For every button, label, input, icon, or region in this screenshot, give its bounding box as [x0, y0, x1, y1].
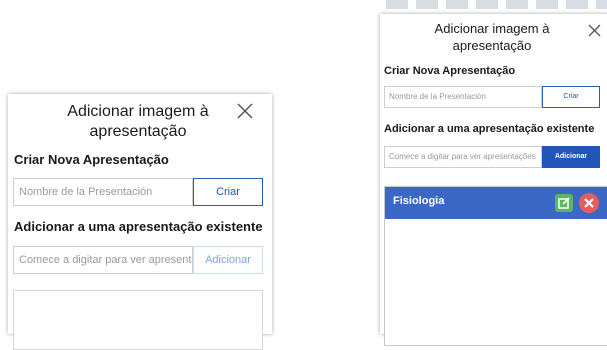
- presentation-search-input[interactable]: Comece a digitar para ver apresentações: [384, 146, 542, 168]
- dialog-title: Adicionar imagem à apresentação: [38, 102, 238, 142]
- edit-icon[interactable]: [555, 194, 573, 212]
- background-strip: [386, 0, 607, 9]
- dialog-title-line1: Adicionar imagem à: [67, 103, 209, 120]
- close-icon[interactable]: [588, 24, 601, 37]
- add-existing-label: Adicionar a uma apresentação existente: [14, 219, 263, 234]
- add-to-presentation-dialog-right: Adicionar imagem à apresentação Criar No…: [380, 14, 607, 346]
- add-to-presentation-dialog-left: Adicionar imagem à apresentação Criar No…: [8, 94, 272, 350]
- create-button[interactable]: Criar: [193, 178, 263, 206]
- create-presentation-label: Criar Nova Apresentação: [14, 152, 169, 167]
- list-item[interactable]: Fisiologia: [385, 187, 607, 219]
- dialog-title-line2: apresentação: [89, 123, 187, 140]
- dialog-title-line2: apresentação: [452, 38, 532, 53]
- presentation-name-input[interactable]: Nombre de la Presentación: [13, 178, 193, 206]
- delete-icon[interactable]: [579, 193, 599, 213]
- create-presentation-label: Criar Nova Apresentação: [384, 65, 516, 77]
- create-button[interactable]: Criar: [542, 86, 600, 108]
- close-icon[interactable]: [236, 102, 254, 120]
- presentation-list: Fisiologia: [384, 186, 607, 346]
- presentation-list: [13, 290, 263, 350]
- add-button[interactable]: Adicionar: [542, 146, 600, 168]
- dialog-title-line1: Adicionar imagem à: [434, 21, 550, 36]
- presentation-name: Fisiologia: [393, 195, 445, 207]
- presentation-search-input[interactable]: Comece a digitar para ver apresentações: [13, 246, 193, 274]
- add-existing-label: Adicionar a uma apresentação existente: [384, 123, 595, 135]
- dialog-title: Adicionar imagem à apresentação: [400, 20, 584, 54]
- add-button[interactable]: Adicionar: [193, 246, 263, 274]
- presentation-name-input[interactable]: Nombre de la Presentación: [384, 86, 542, 108]
